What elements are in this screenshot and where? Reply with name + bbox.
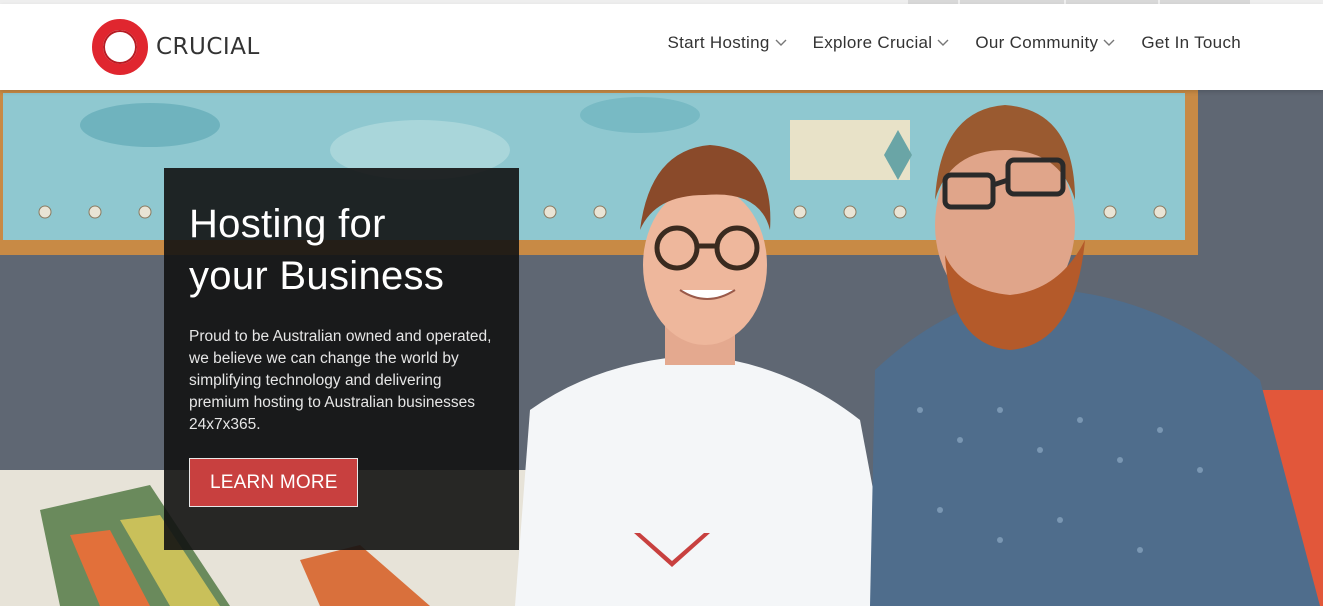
crucial-logo-icon xyxy=(92,19,148,75)
brand-logo[interactable]: CRUCIAL xyxy=(92,19,260,75)
hero-card: Hosting for your Business Proud to be Au… xyxy=(164,168,519,550)
hero-title-line-2: your Business xyxy=(189,254,445,298)
hero-title-line-1: Hosting for xyxy=(189,202,386,246)
nav-item-label: Our Community xyxy=(975,33,1099,52)
nav-item-explore-crucial[interactable]: Explore Crucial xyxy=(813,33,950,53)
hero-section: Hosting for your Business Proud to be Au… xyxy=(0,90,1323,606)
chevron-down-icon[interactable] xyxy=(634,531,710,571)
nav-item-label: Start Hosting xyxy=(667,33,770,52)
nav-item-start-hosting[interactable]: Start Hosting xyxy=(667,33,787,53)
nav-item-our-community[interactable]: Our Community xyxy=(975,33,1115,53)
chevron-down-icon xyxy=(1103,39,1115,47)
hero-description: Proud to be Australian owned and operate… xyxy=(189,328,492,433)
nav-item-label: Get In Touch xyxy=(1141,33,1241,52)
chevron-down-icon xyxy=(937,39,949,47)
chevron-down-icon xyxy=(775,39,787,47)
nav-item-get-in-touch[interactable]: Get In Touch xyxy=(1141,33,1241,53)
main-nav: Start Hosting Explore Crucial Our Commun… xyxy=(641,33,1241,53)
hero-title: Hosting for your Business xyxy=(189,198,493,302)
site-header: CRUCIAL Start Hosting Explore Crucial Ou… xyxy=(0,4,1323,90)
nav-item-label: Explore Crucial xyxy=(812,33,933,52)
learn-more-button[interactable]: LEARN MORE xyxy=(189,458,358,507)
brand-name: CRUCIAL xyxy=(156,34,260,60)
